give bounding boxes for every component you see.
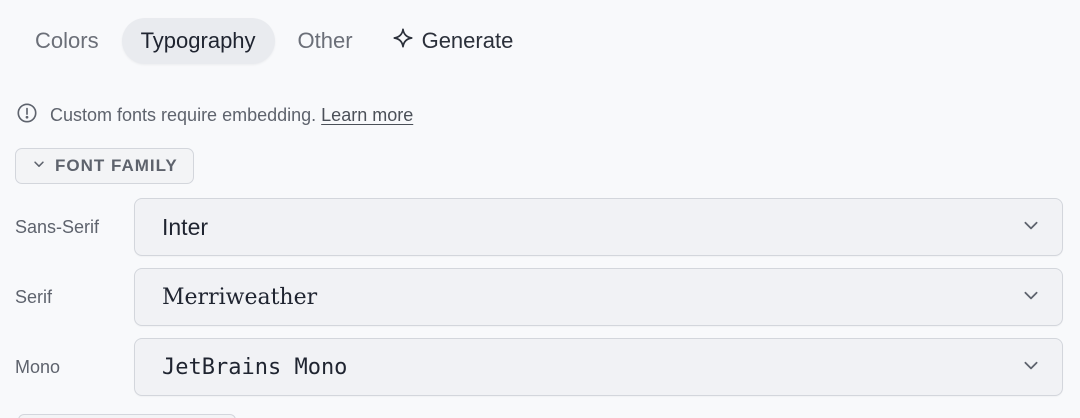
mono-font-value: JetBrains Mono bbox=[162, 354, 348, 380]
serif-label: Serif bbox=[15, 286, 53, 307]
tab-generate[interactable]: Generate bbox=[376, 18, 533, 64]
info-icon bbox=[16, 102, 38, 129]
sans-serif-font-select[interactable]: Inter bbox=[134, 198, 1063, 256]
serif-font-select[interactable]: Merriweather bbox=[134, 268, 1063, 326]
section-label: FONT FAMILY bbox=[55, 156, 178, 175]
tab-other[interactable]: Other bbox=[279, 18, 372, 64]
mono-font-select[interactable]: JetBrains Mono bbox=[134, 338, 1063, 396]
chevron-down-icon bbox=[1022, 216, 1040, 239]
sparkle-icon bbox=[392, 27, 414, 55]
tab-typography[interactable]: Typography bbox=[121, 18, 275, 64]
info-text: Custom fonts require embedding. bbox=[50, 105, 317, 125]
typography-settings-panel: Colors Typography Other Generate Custom … bbox=[0, 0, 1080, 418]
sans-serif-label: Sans-Serif bbox=[15, 216, 100, 237]
tab-other-label: Other bbox=[297, 28, 353, 53]
sans-serif-font-value: Inter bbox=[162, 213, 209, 240]
learn-more-link[interactable]: Learn more bbox=[321, 105, 413, 125]
tab-generate-label: Generate bbox=[421, 28, 514, 53]
font-row-sans: Sans-Serif Inter bbox=[15, 198, 1063, 256]
chevron-down-icon bbox=[32, 156, 46, 176]
tab-colors[interactable]: Colors bbox=[16, 18, 118, 64]
mono-label: Mono bbox=[15, 356, 61, 377]
chevron-down-icon bbox=[1022, 356, 1040, 379]
font-family-section-toggle[interactable]: FONT FAMILY bbox=[15, 148, 194, 184]
partially-visible-button[interactable] bbox=[18, 414, 236, 418]
info-notice: Custom fonts require embedding. Learn mo… bbox=[16, 102, 413, 129]
chevron-down-icon bbox=[1022, 286, 1040, 309]
tab-typography-label: Typography bbox=[140, 28, 256, 53]
tab-bar: Colors Typography Other Generate bbox=[16, 18, 532, 64]
font-row-mono: Mono JetBrains Mono bbox=[15, 338, 1063, 396]
font-row-serif: Serif Merriweather bbox=[15, 268, 1063, 326]
tab-colors-label: Colors bbox=[35, 28, 99, 53]
serif-font-value: Merriweather bbox=[162, 284, 318, 310]
